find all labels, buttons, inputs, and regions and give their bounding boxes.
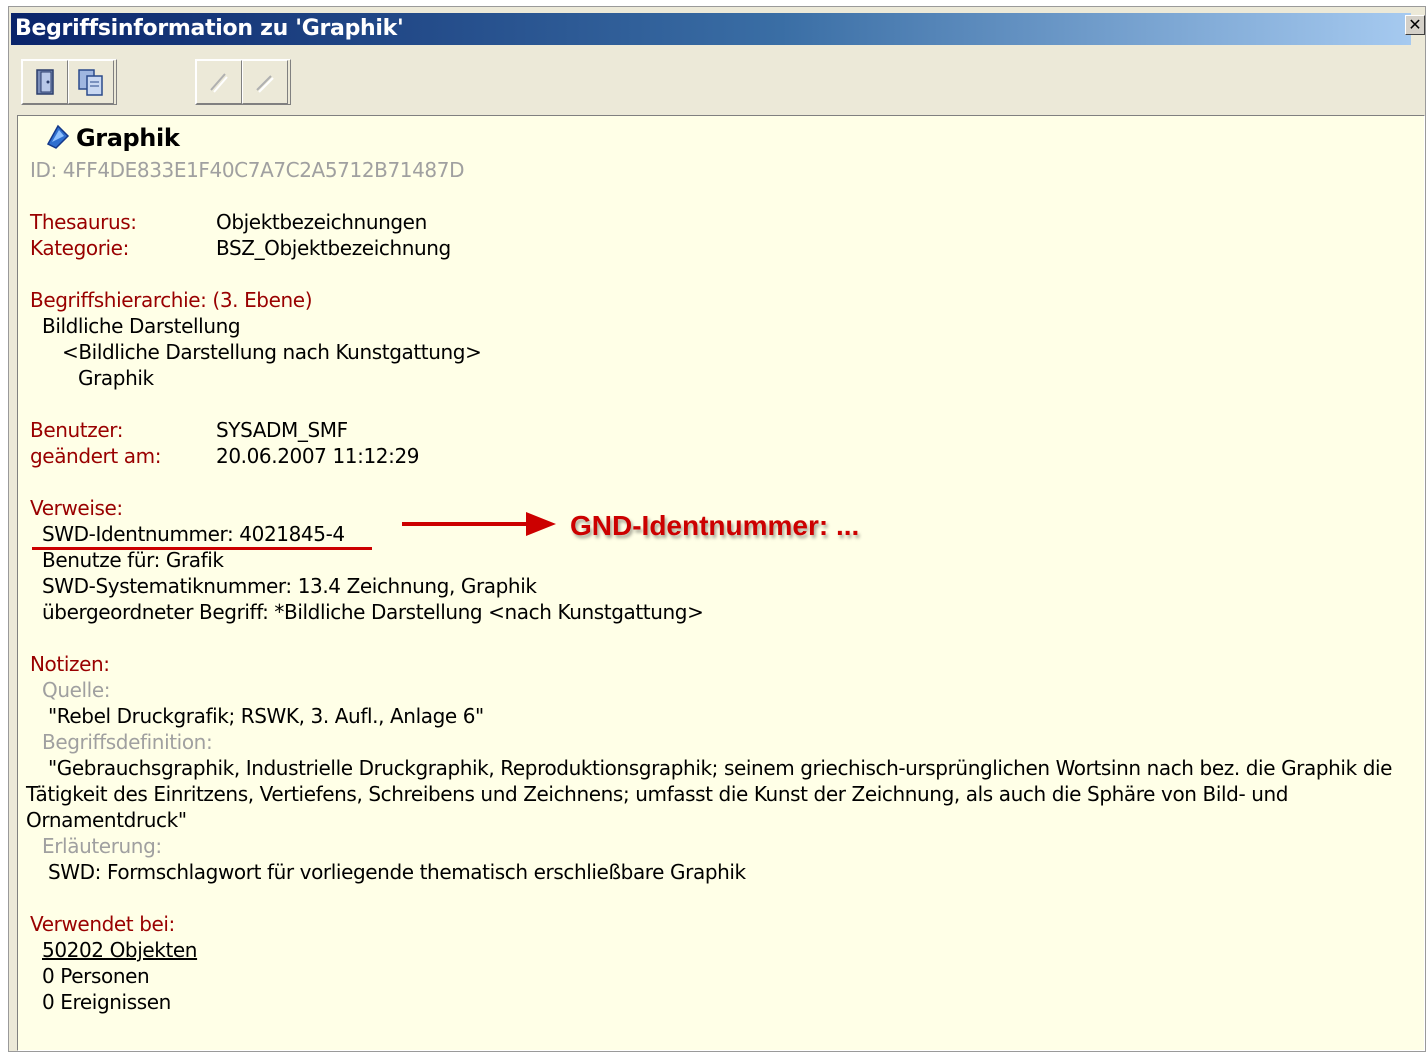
definition-label: Begriffsdefinition: bbox=[42, 730, 213, 754]
window-title: Begriffsinformation zu 'Graphik' bbox=[15, 16, 404, 41]
definition-line-2: Tätigkeit des Einritzens, Vertiefens, Sc… bbox=[26, 782, 1289, 806]
edit-button[interactable] bbox=[196, 60, 242, 104]
toolbar-group-file bbox=[21, 59, 117, 105]
definition-line-1: "Gebrauchsgraphik, Industrielle Druckgra… bbox=[48, 756, 1393, 780]
objects-link[interactable]: 50202 Objekten bbox=[42, 938, 197, 962]
persons-count: 0 Personen bbox=[42, 964, 150, 988]
toolbar bbox=[9, 51, 1425, 111]
category-label: Kategorie: bbox=[30, 236, 129, 260]
term-icon bbox=[46, 124, 70, 149]
references-label: Verweise: bbox=[30, 496, 123, 520]
usage-label: Verwendet bei: bbox=[30, 912, 175, 936]
source-label: Quelle: bbox=[42, 678, 111, 702]
swd-id: SWD-Identnummer: 4021845-4 bbox=[42, 522, 345, 546]
systematic-number: SWD-Systematiknummer: 13.4 Zeichnung, Gr… bbox=[42, 574, 537, 598]
edit-disabled-icon bbox=[256, 75, 274, 93]
copy-button[interactable] bbox=[68, 60, 114, 104]
source-value: "Rebel Druckgrafik; RSWK, 3. Aufl., Anla… bbox=[48, 704, 484, 728]
thesaurus-label: Thesaurus: bbox=[30, 210, 137, 234]
thesaurus-value: Objektbezeichnungen bbox=[216, 210, 427, 234]
annotation-text: GND-Identnummer: ... bbox=[570, 510, 860, 541]
info-panel: Graphik ID: 4FF4DE833E1F40C7A7C2A5712B71… bbox=[17, 115, 1425, 1051]
hierarchy-label: Begriffshierarchie: (3. Ebene) bbox=[30, 288, 313, 312]
term-info-window: Begriffsinformation zu 'Graphik' ✕ Graph… bbox=[8, 6, 1426, 1052]
edit-disabled-button[interactable] bbox=[242, 60, 288, 104]
term-id: ID: 4FF4DE833E1F40C7A7C2A5712B71487D bbox=[30, 158, 465, 182]
door-icon bbox=[36, 69, 54, 95]
definition-line-3: Ornamentdruck" bbox=[26, 808, 187, 832]
copy-icon bbox=[78, 69, 103, 96]
user-value: SYSADM_SMF bbox=[216, 418, 348, 442]
category-value: BSZ_Objektbezeichnung bbox=[216, 236, 451, 260]
toolbar-group-edit bbox=[195, 59, 291, 105]
hierarchy-level-2[interactable]: <Bildliche Darstellung nach Kunstgattung… bbox=[62, 340, 482, 364]
annotation-arrow bbox=[402, 512, 556, 536]
exit-button[interactable] bbox=[22, 60, 68, 104]
hierarchy-level-1[interactable]: Bildliche Darstellung bbox=[42, 314, 241, 338]
changed-value: 20.06.2007 11:12:29 bbox=[216, 444, 420, 468]
term-heading: Graphik bbox=[76, 124, 180, 152]
changed-label: geändert am: bbox=[30, 444, 162, 468]
hierarchy-level-3: Graphik bbox=[78, 366, 154, 390]
user-label: Benutzer: bbox=[30, 418, 124, 442]
events-count: 0 Ereignissen bbox=[42, 990, 171, 1014]
use-for: Benutze für: Grafik bbox=[42, 548, 224, 572]
notes-label: Notizen: bbox=[30, 652, 110, 676]
title-bar: Begriffsinformation zu 'Graphik' bbox=[11, 13, 1411, 45]
explanation-value: SWD: Formschlagwort für vorliegende them… bbox=[48, 860, 746, 884]
broader-term: übergeordneter Begriff: *Bildliche Darst… bbox=[42, 600, 704, 624]
close-button[interactable]: ✕ bbox=[1405, 15, 1425, 35]
edit-icon bbox=[210, 73, 228, 93]
explanation-label: Erläuterung: bbox=[42, 834, 162, 858]
